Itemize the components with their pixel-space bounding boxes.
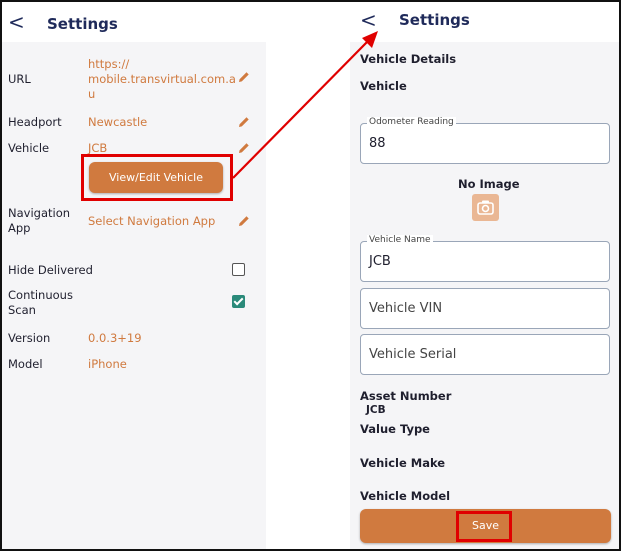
odometer-value: 88 bbox=[369, 136, 386, 151]
continuous-scan-checkbox[interactable] bbox=[232, 295, 245, 308]
vehicle-make-label: Vehicle Make bbox=[360, 456, 446, 470]
model-label: Model bbox=[8, 357, 43, 371]
camera-icon[interactable] bbox=[472, 194, 499, 221]
settings-panel-left: < Settings URL https:// mobile.transvirt… bbox=[2, 2, 266, 549]
asset-number-value: JCB bbox=[366, 404, 386, 416]
navigation-app-value: Select Navigation App bbox=[88, 214, 216, 228]
left-header: < Settings bbox=[2, 2, 266, 42]
view-edit-vehicle-button[interactable]: View/Edit Vehicle bbox=[89, 162, 223, 193]
headport-label: Headport bbox=[8, 115, 62, 129]
back-chevron-icon[interactable]: < bbox=[360, 8, 377, 32]
odometer-field[interactable]: Odometer Reading 88 bbox=[360, 117, 610, 164]
page-title: Settings bbox=[47, 15, 118, 33]
pencil-icon[interactable] bbox=[237, 115, 251, 129]
continuous-scan-label: Continuous Scan bbox=[8, 288, 73, 317]
asset-number-label: Asset Number bbox=[360, 389, 452, 403]
navigation-app-label: Navigation App bbox=[8, 206, 71, 235]
pencil-icon[interactable] bbox=[237, 214, 251, 228]
value-type-label: Value Type bbox=[360, 422, 430, 436]
model-value: iPhone bbox=[88, 357, 127, 371]
vehicle-name-value: JCB bbox=[369, 254, 391, 269]
pencil-icon[interactable] bbox=[237, 141, 251, 155]
back-chevron-icon[interactable]: < bbox=[8, 10, 25, 34]
hide-delivered-label: Hide Delivered bbox=[8, 263, 93, 277]
url-value: https:// mobile.transvirtual.com.a u bbox=[88, 57, 236, 101]
vehicle-label: Vehicle bbox=[8, 141, 50, 155]
vehicle-name-legend: Vehicle Name bbox=[367, 235, 433, 245]
vehicle-vin-field[interactable]: Vehicle VIN bbox=[360, 288, 610, 329]
vehicle-serial-field[interactable]: Vehicle Serial bbox=[360, 334, 610, 375]
url-label: URL bbox=[8, 72, 31, 86]
version-value: 0.0.3+19 bbox=[88, 331, 142, 345]
no-image-label: No Image bbox=[458, 177, 520, 191]
headport-value: Newcastle bbox=[88, 115, 148, 129]
vehicle-model-label: Vehicle Model bbox=[360, 489, 451, 503]
version-label: Version bbox=[8, 331, 51, 345]
section-title: Vehicle Details bbox=[360, 52, 457, 66]
page-title: Settings bbox=[399, 11, 470, 29]
vehicle-vin-placeholder: Vehicle VIN bbox=[369, 301, 443, 316]
hide-delivered-checkbox[interactable] bbox=[232, 263, 245, 276]
highlight-box bbox=[456, 511, 512, 542]
vehicle-serial-placeholder: Vehicle Serial bbox=[369, 347, 457, 362]
vehicle-details-panel: < Settings Vehicle Details Vehicle Odome… bbox=[350, 2, 619, 549]
vehicle-label: Vehicle bbox=[360, 79, 407, 93]
odometer-legend: Odometer Reading bbox=[367, 117, 456, 127]
vehicle-name-field[interactable]: Vehicle Name JCB bbox=[360, 235, 610, 282]
pencil-icon[interactable] bbox=[237, 70, 251, 84]
